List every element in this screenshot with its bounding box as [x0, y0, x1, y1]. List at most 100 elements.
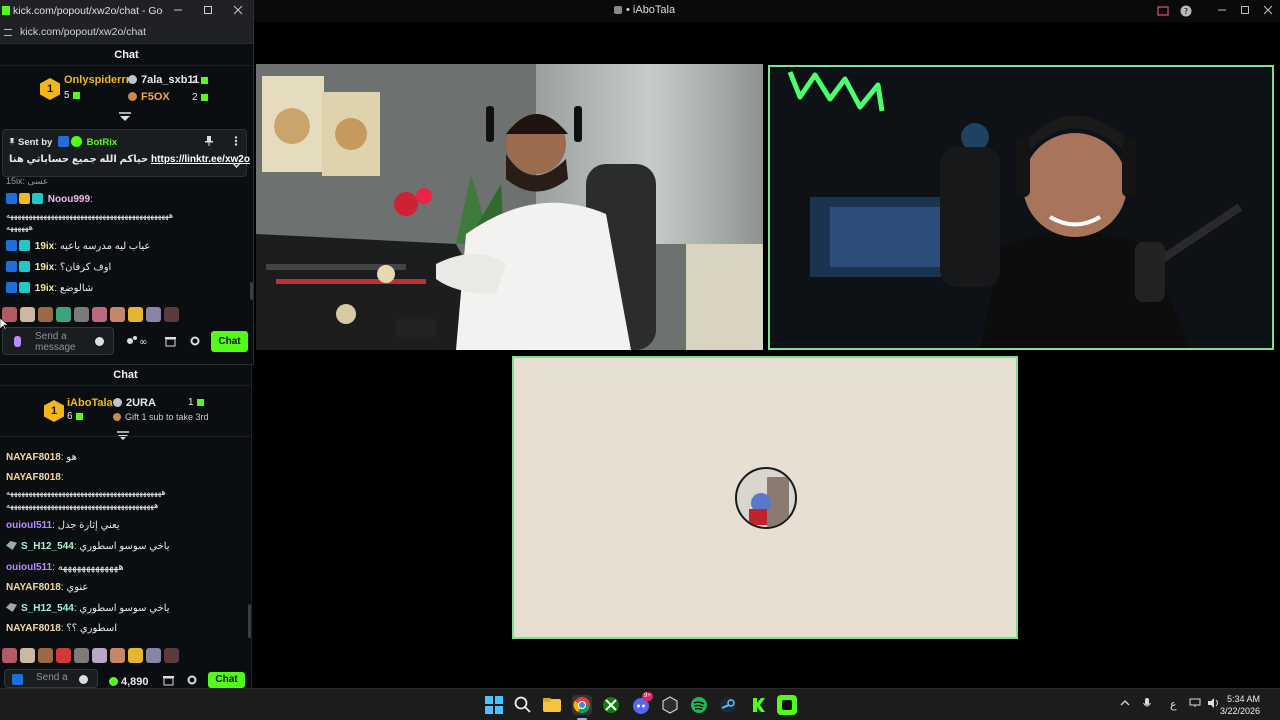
emote-icon[interactable] [2, 648, 17, 663]
emote-icon[interactable] [146, 307, 161, 322]
windows-taskbar: 9+ ع 5:34 AM 3/22/2026 [0, 688, 1280, 720]
emote-icon[interactable] [164, 307, 179, 322]
emoji-icon[interactable] [79, 675, 88, 684]
emote-icon[interactable] [20, 648, 35, 663]
emote-icon[interactable] [92, 307, 107, 322]
settings-gear-icon[interactable] [187, 675, 197, 688]
stream-video-2 [770, 67, 1272, 348]
leader-third-count: 2 [192, 92, 208, 103]
gift-icon [200, 76, 208, 84]
settings-gear-icon[interactable] [190, 336, 200, 349]
search-icon[interactable] [513, 695, 533, 715]
chat-message: ههههههه [6, 223, 33, 232]
stream-tile-2[interactable] [768, 65, 1274, 350]
steam-icon[interactable] [718, 695, 738, 715]
spotify-icon[interactable] [689, 695, 709, 715]
emote-icon[interactable] [110, 307, 125, 322]
emote-icon[interactable] [74, 648, 89, 663]
emoji-icon[interactable] [95, 337, 104, 346]
popout-url: kick.com/popout/xw2o/chat [20, 26, 147, 38]
leader-second[interactable]: 2URA [113, 397, 156, 409]
emote-icon[interactable] [38, 307, 53, 322]
store-icon[interactable] [163, 675, 174, 689]
file-explorer-icon[interactable] [542, 695, 562, 715]
emote-icon[interactable] [146, 648, 161, 663]
pinned-message[interactable]: Sent by BotRix حياكم الله جميع حساباتي ه… [2, 129, 250, 177]
chat-message: S_H12_544: ياخي سوسو اسطوري [6, 541, 170, 552]
scrollbar[interactable] [248, 604, 251, 638]
chat-message: 19ix: اوف كرفان؟ [6, 261, 111, 273]
kick-active-icon[interactable] [777, 695, 797, 715]
chat-message: NAYAF8018: اسطوري ؟؟ [6, 623, 117, 634]
lower-chat-send-button[interactable]: Chat [208, 672, 245, 688]
leader-second-count: 1 [188, 397, 204, 408]
popout-minimize-icon[interactable] [169, 3, 187, 19]
stream-tile-3[interactable] [512, 356, 1018, 639]
verified-badge-icon [6, 541, 17, 550]
kick-favicon-icon [2, 6, 10, 15]
start-button[interactable] [484, 695, 504, 715]
channel-points[interactable]: 4,890 [109, 676, 149, 688]
stream-tile-1[interactable] [256, 64, 763, 350]
popout-chat-input[interactable]: Send a message [2, 327, 114, 355]
popout-titlebar: kick.com/popout/xw2o/chat - Google Ch... [0, 0, 253, 22]
emote-icon[interactable] [128, 307, 143, 322]
svg-text:∞: ∞ [139, 337, 147, 346]
rank-badge: 1 [40, 78, 60, 100]
scrollbar[interactable] [250, 282, 253, 300]
expand-pinned-icon[interactable] [232, 159, 241, 171]
emote-icon[interactable] [128, 648, 143, 663]
rank-badge: 1 [44, 400, 64, 422]
tray-microphone-icon[interactable] [1143, 698, 1151, 713]
popout-address-bar[interactable]: kick.com/popout/xw2o/chat [0, 22, 253, 44]
xbox-icon[interactable] [601, 695, 621, 715]
clock-date: 3/22/2026 [1219, 706, 1260, 716]
leader-first-name[interactable]: Onlyspiderrr [64, 74, 130, 86]
more-options-icon[interactable] [234, 136, 238, 149]
cast-icon[interactable] [1154, 3, 1172, 19]
channel-points-icon[interactable]: ∞ [126, 336, 152, 349]
emote-icon[interactable] [164, 648, 179, 663]
pinned-sender[interactable]: BotRix [87, 137, 118, 148]
minimize-icon[interactable] [1213, 3, 1231, 19]
chat-message: هههههههههههههههههههههههههههههههههههههههه… [6, 488, 166, 497]
unpin-icon[interactable] [205, 136, 213, 149]
chat-message: 19ix: عياب ليه مدرسه ياعيه [6, 240, 150, 252]
stream-video-1 [256, 64, 763, 350]
discord-icon[interactable]: 9+ [631, 692, 653, 715]
maximize-icon[interactable] [1236, 3, 1254, 19]
emote-icon[interactable] [92, 648, 107, 663]
emote-icon[interactable] [56, 307, 71, 322]
site-info-icon[interactable] [4, 29, 12, 36]
popout-chat-send-button[interactable]: Chat [211, 331, 248, 352]
app-cube-icon[interactable] [660, 695, 680, 715]
leader-second[interactable]: 7ala_sxb11 [128, 74, 199, 86]
emote-icon[interactable] [20, 307, 35, 322]
input-language[interactable]: ع [1170, 698, 1177, 711]
svg-text:?: ? [1184, 7, 1188, 16]
verified-badge-icon [6, 240, 17, 251]
microphone-icon[interactable] [14, 336, 21, 347]
chrome-icon[interactable] [572, 695, 592, 715]
close-icon[interactable] [1259, 3, 1277, 19]
emote-icon[interactable] [38, 648, 53, 663]
mouse-cursor-icon [0, 317, 9, 331]
network-icon[interactable] [1189, 698, 1201, 711]
kick-app-icon[interactable] [748, 695, 768, 715]
gift-icon [72, 91, 80, 99]
collapse-leaderboard-icon[interactable] [119, 112, 131, 122]
tray-overflow-icon[interactable] [1120, 698, 1130, 710]
store-icon[interactable] [165, 336, 176, 350]
popout-maximize-icon[interactable] [199, 3, 217, 19]
lower-chat-input[interactable]: Send a [4, 669, 98, 688]
system-clock[interactable]: 5:34 AM 3/22/2026 [1220, 693, 1260, 717]
emote-icon[interactable] [110, 648, 125, 663]
help-icon[interactable]: ? [1177, 3, 1195, 19]
popout-close-icon[interactable] [229, 3, 247, 19]
chat-message: 15ix: عسى [6, 176, 49, 186]
leader-first-name[interactable]: iAboTala [67, 397, 113, 409]
chat-message: 19ix: شالوضع [6, 282, 93, 294]
emote-icon[interactable] [56, 648, 71, 663]
leader-third[interactable]: F5OX [128, 91, 170, 103]
emote-icon[interactable] [74, 307, 89, 322]
